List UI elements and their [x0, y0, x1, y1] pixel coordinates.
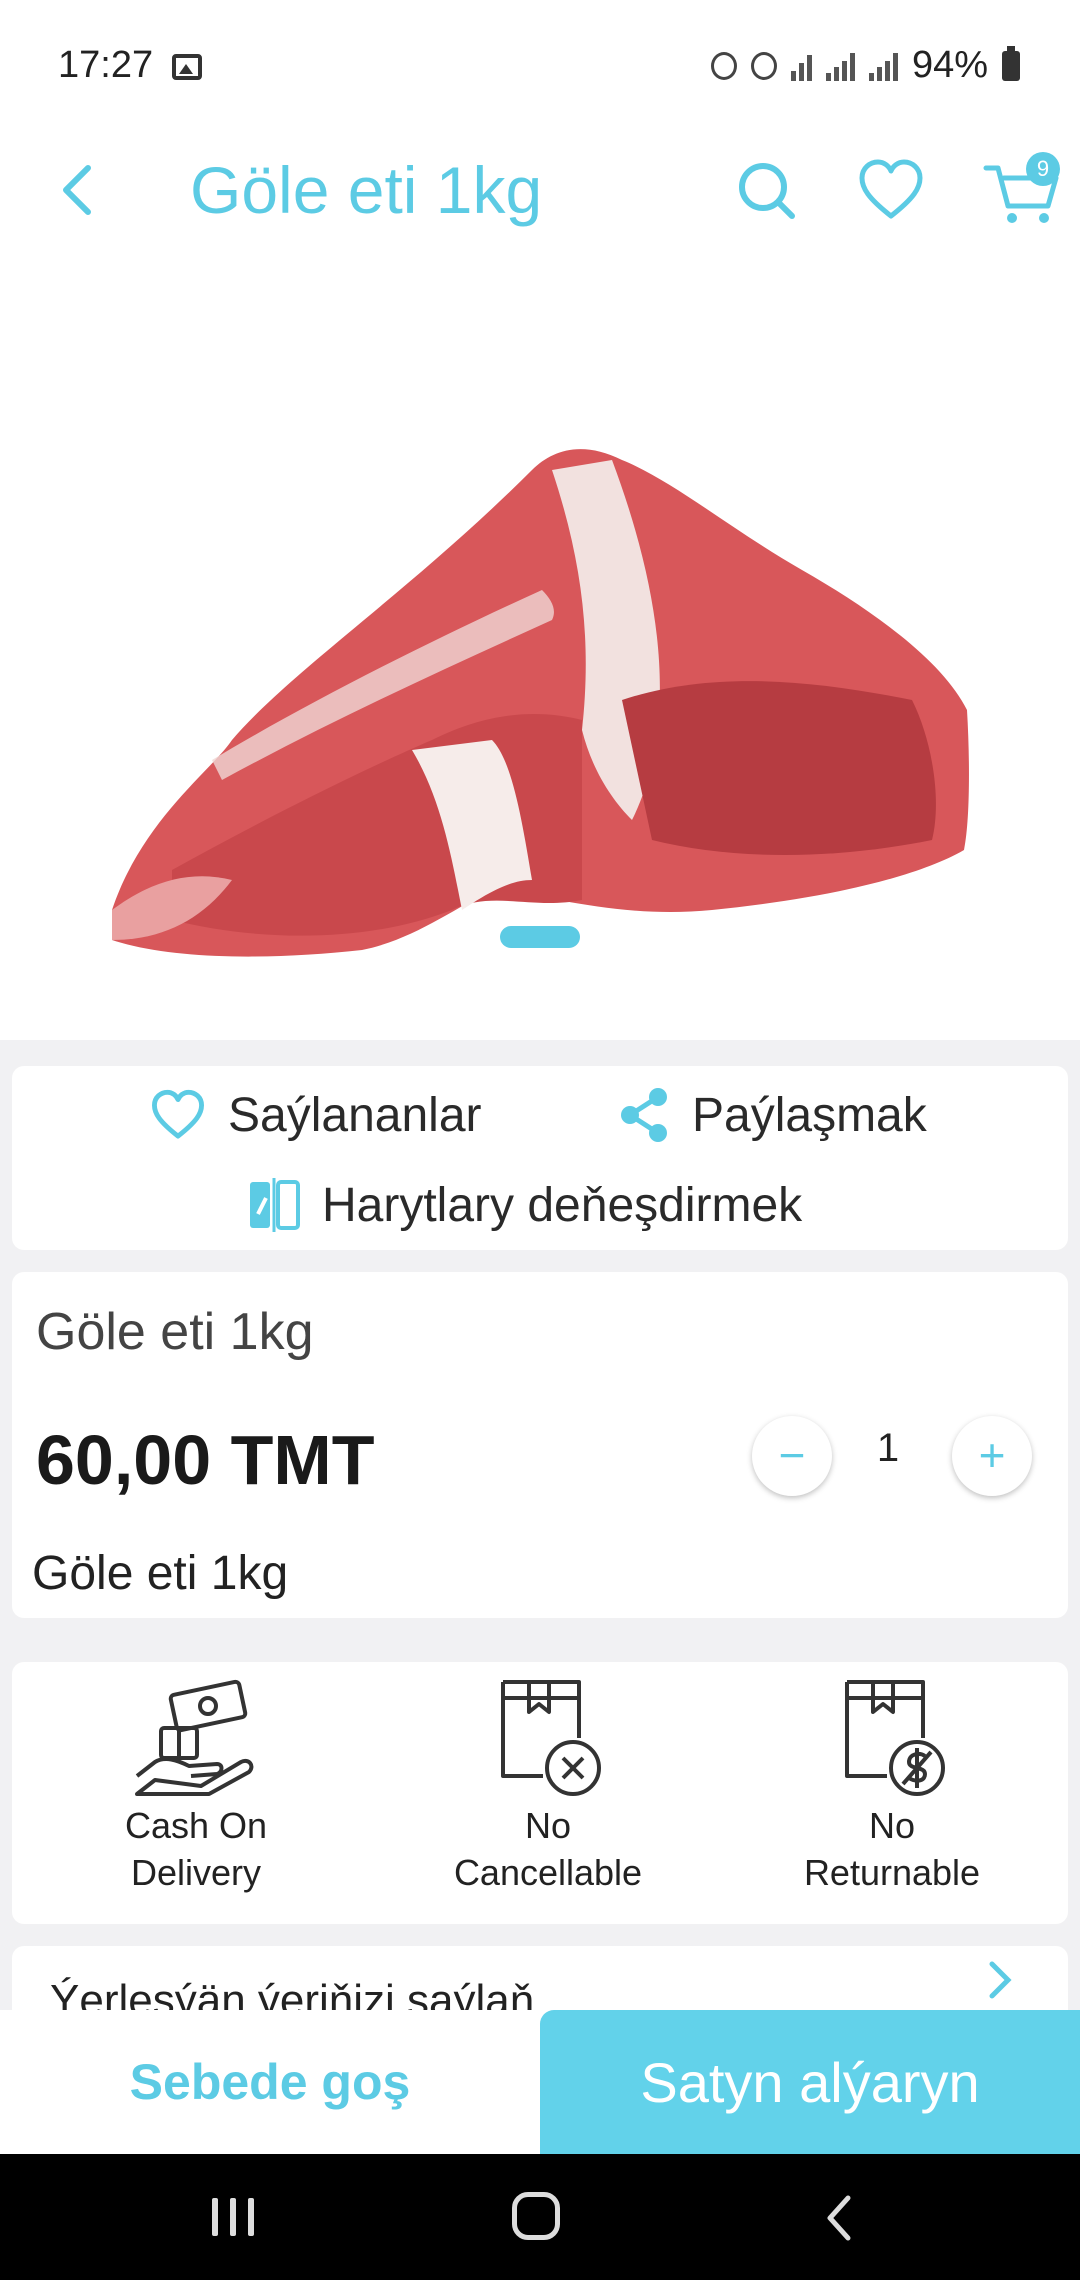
- feature-label-line1: No: [524, 1805, 572, 1846]
- feature-label-line1: Cash On: [124, 1805, 268, 1846]
- feature-label-line1: No: [868, 1805, 916, 1846]
- home-button[interactable]: [512, 2192, 560, 2240]
- minus-icon: −: [778, 1429, 806, 1481]
- battery-icon: [1002, 45, 1020, 81]
- product-name: Göle eti 1kg: [36, 1303, 314, 1361]
- share-action[interactable]: Paýlaşmak: [618, 1080, 927, 1150]
- no-cancel-icon: [501, 1680, 601, 1796]
- gallery-notification-icon: [172, 54, 202, 80]
- gallery-page-indicator: [500, 926, 580, 948]
- alarm-icon: [750, 51, 777, 80]
- battery-percent: 94%: [911, 44, 988, 86]
- recycle-icon: [710, 51, 737, 80]
- quantity-value: 1: [876, 1426, 900, 1470]
- plus-icon: +: [978, 1429, 1006, 1481]
- feature-no-returnable: No Returnable: [752, 1676, 1032, 1896]
- back-button[interactable]: [50, 160, 110, 220]
- product-image: [112, 449, 969, 957]
- feature-cash-on-delivery: Cash On Delivery: [56, 1676, 336, 1896]
- system-back-button[interactable]: [824, 2194, 854, 2242]
- no-return-icon: [845, 1680, 945, 1796]
- signal-icon-2: [868, 51, 898, 81]
- favorites-button[interactable]: [858, 158, 924, 222]
- feature-no-cancellable: No Cancellable: [408, 1676, 688, 1896]
- data-icon: [790, 51, 812, 81]
- cart-count-badge: 9: [1026, 152, 1060, 186]
- feature-label-line2: Returnable: [803, 1852, 981, 1893]
- feature-label-line2: Delivery: [130, 1852, 262, 1893]
- recents-button[interactable]: [212, 2198, 254, 2236]
- add-to-favorites-action[interactable]: Saýlananlar: [150, 1080, 482, 1150]
- chevron-right-icon: [989, 1961, 1012, 1999]
- status-time: 17:27: [58, 44, 154, 86]
- chevron-left-icon: [63, 165, 91, 215]
- search-icon: [739, 163, 795, 219]
- share-icon: [621, 1088, 667, 1142]
- compare-icon: [250, 1178, 300, 1232]
- search-button[interactable]: [734, 158, 798, 222]
- cash-on-delivery-icon: [135, 1679, 254, 1796]
- status-indicators: 94%: [710, 44, 1020, 87]
- feature-label-line2: Cancellable: [453, 1852, 643, 1893]
- quantity-increase-button[interactable]: +: [952, 1416, 1032, 1496]
- product-description: Göle eti 1kg: [32, 1547, 289, 1600]
- share-label: Paýlaşmak: [692, 1088, 927, 1142]
- page-title: Göle eti 1kg: [190, 153, 543, 227]
- signal-icon: [825, 51, 855, 81]
- product-price: 60,00 TMT: [36, 1421, 375, 1499]
- add-to-cart-button[interactable]: Sebede goş: [0, 2010, 540, 2154]
- buy-now-button[interactable]: Satyn alýaryn: [540, 2010, 1080, 2154]
- quantity-decrease-button[interactable]: −: [752, 1416, 832, 1496]
- compare-products-action[interactable]: Harytlary deňeşdirmek: [248, 1170, 802, 1240]
- heart-icon: [859, 159, 923, 219]
- compare-label: Harytlary deňeşdirmek: [322, 1178, 803, 1232]
- favorites-label: Saýlananlar: [228, 1088, 482, 1142]
- heart-icon: [152, 1089, 204, 1139]
